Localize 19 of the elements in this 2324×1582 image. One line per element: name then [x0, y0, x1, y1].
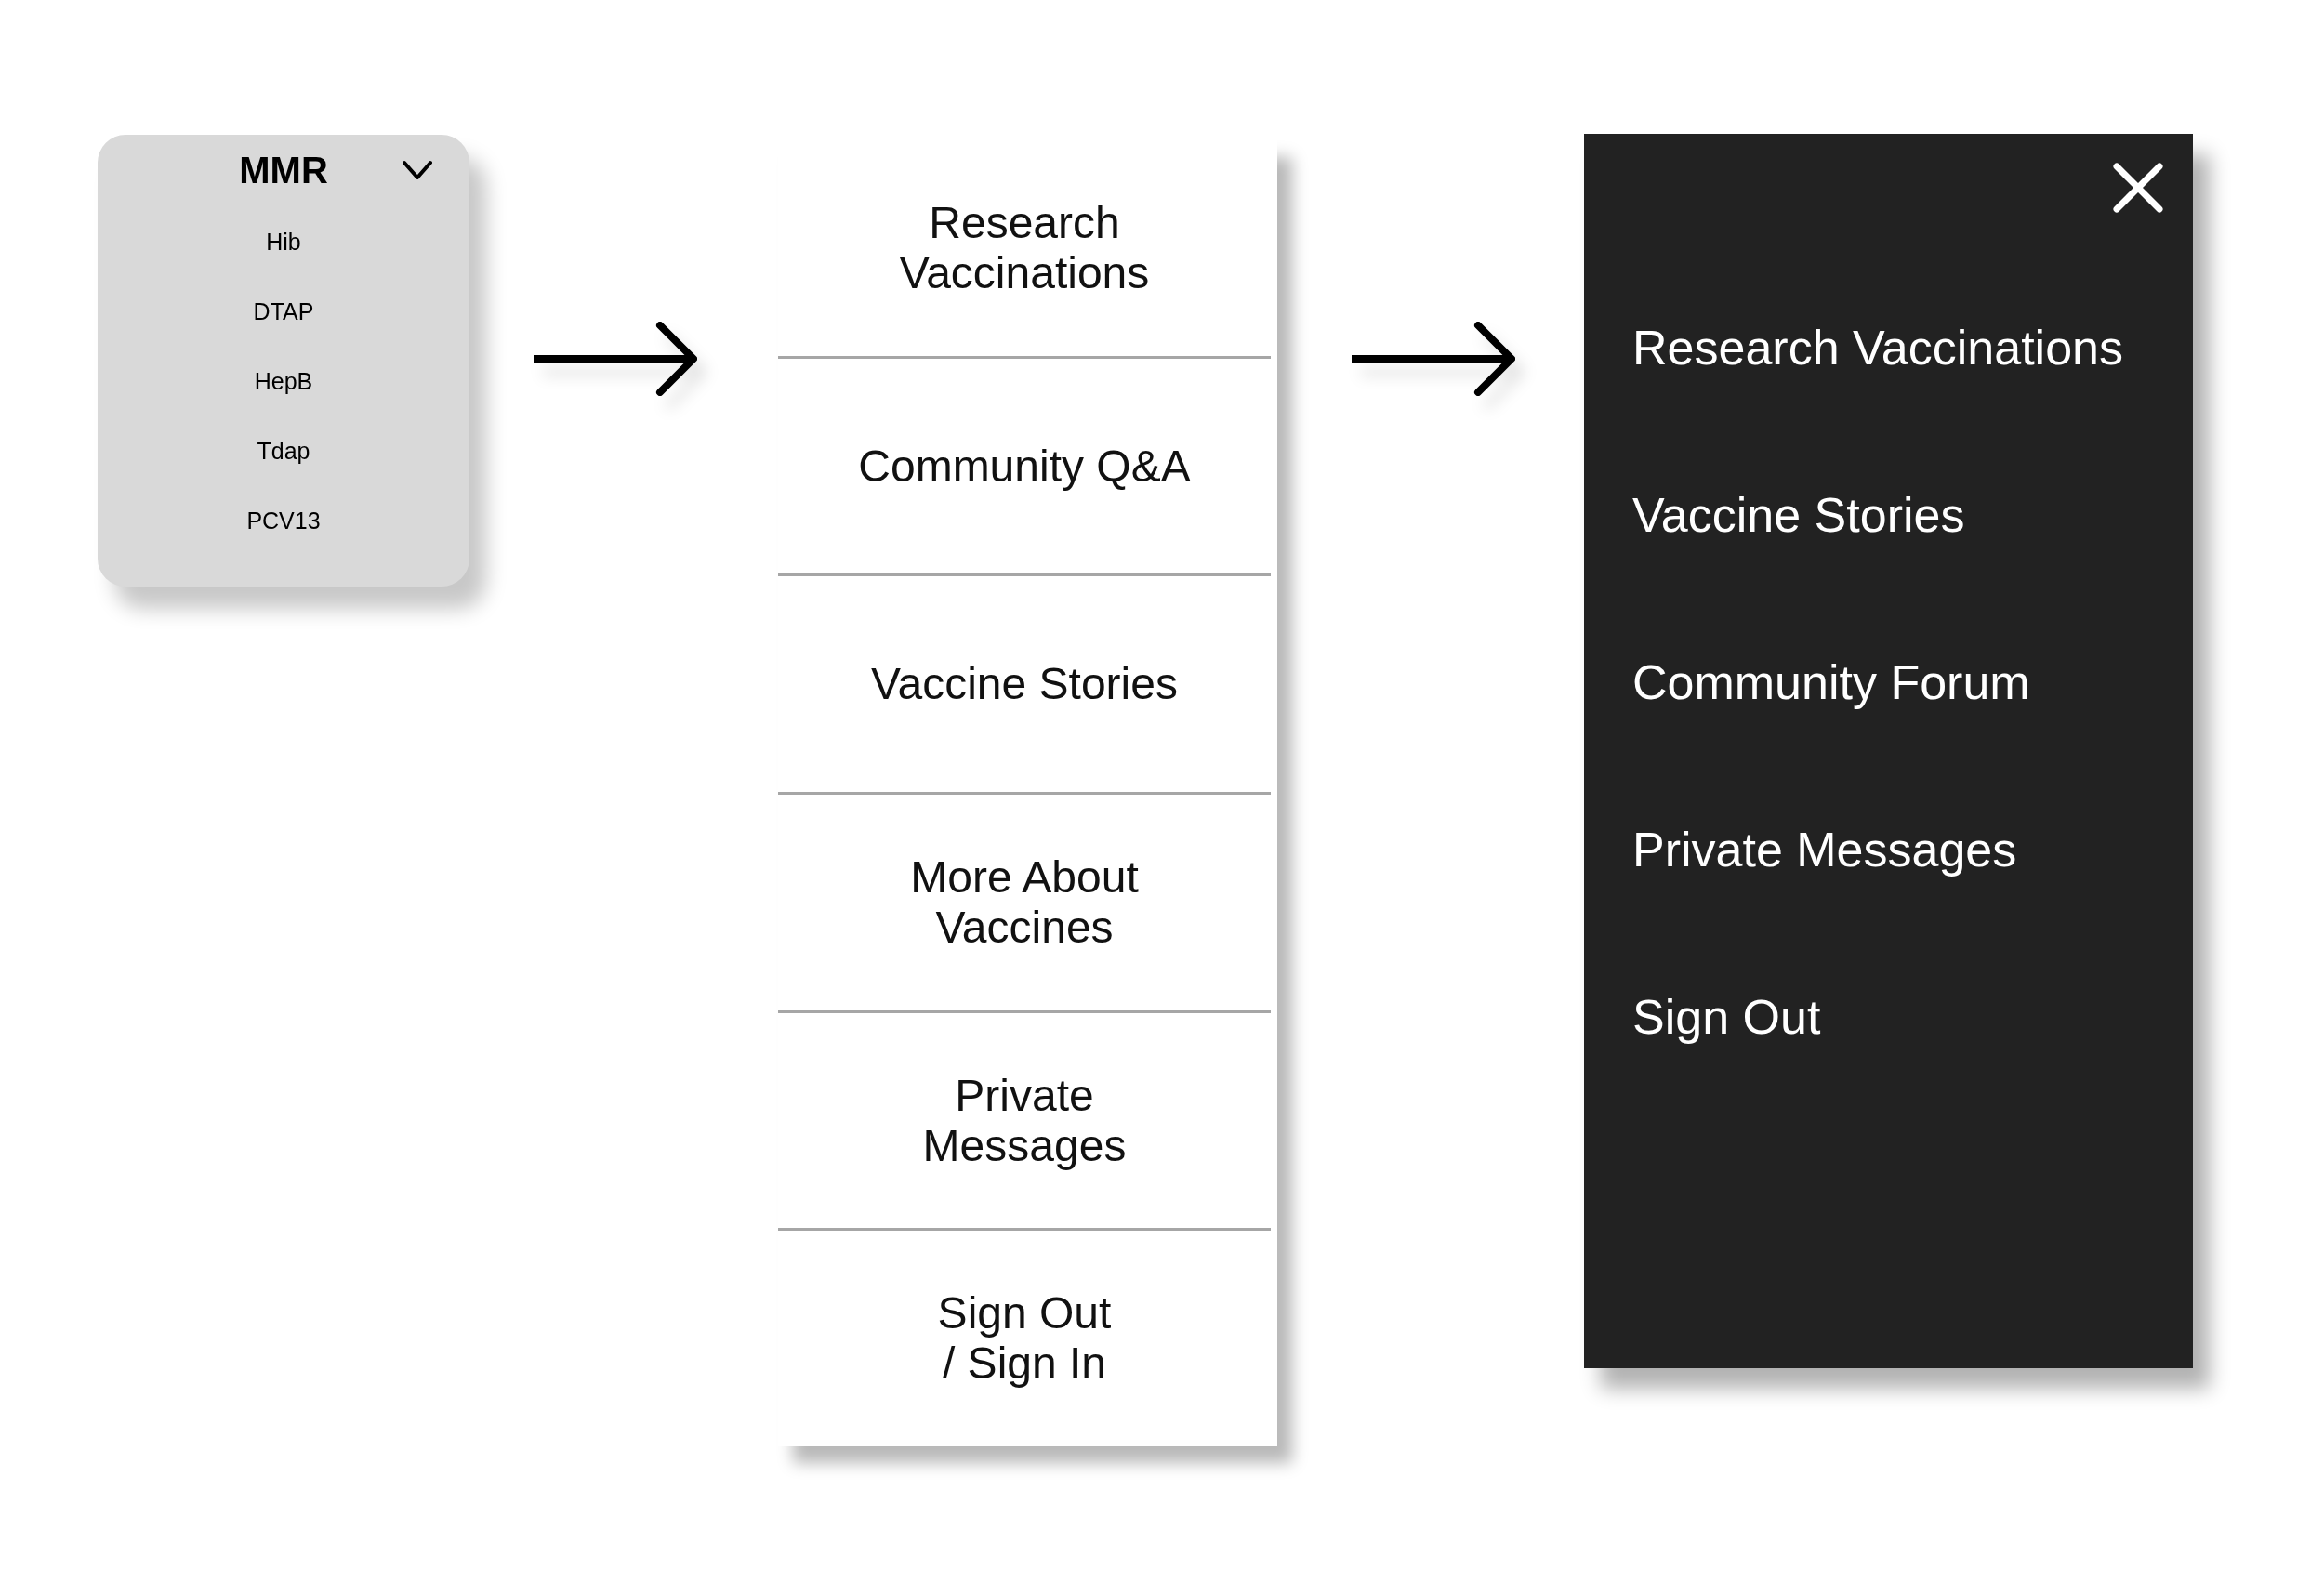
chevron-down-icon[interactable]: [403, 160, 432, 180]
dropdown-option[interactable]: PCV13: [246, 507, 321, 534]
drawer-item[interactable]: Private Messages: [1632, 821, 2017, 878]
dropdown-option[interactable]: Tdap: [257, 437, 310, 465]
close-icon[interactable]: [2113, 163, 2163, 213]
drawer-item[interactable]: Community Forum: [1632, 653, 2030, 711]
dropdown-option[interactable]: Hib: [266, 228, 301, 256]
menu-item[interactable]: Research Vaccinations: [899, 197, 1150, 298]
drawer-item[interactable]: Research Vaccinations: [1632, 319, 2123, 376]
drawer-item[interactable]: Sign Out: [1632, 988, 1821, 1046]
menu-item[interactable]: Private Messages: [922, 1070, 1127, 1171]
menu-item[interactable]: Vaccine Stories: [871, 659, 1178, 710]
menu-item[interactable]: More About Vaccines: [910, 851, 1139, 953]
dropdown-option[interactable]: HepB: [254, 367, 313, 395]
dropdown-option[interactable]: DTAP: [253, 297, 314, 325]
selected-option[interactable]: MMR: [239, 148, 328, 192]
menu-item[interactable]: Community Q&A: [858, 441, 1191, 492]
drawer-item[interactable]: Vaccine Stories: [1632, 486, 1965, 544]
menu-item[interactable]: Sign Out / Sign In: [937, 1288, 1112, 1390]
